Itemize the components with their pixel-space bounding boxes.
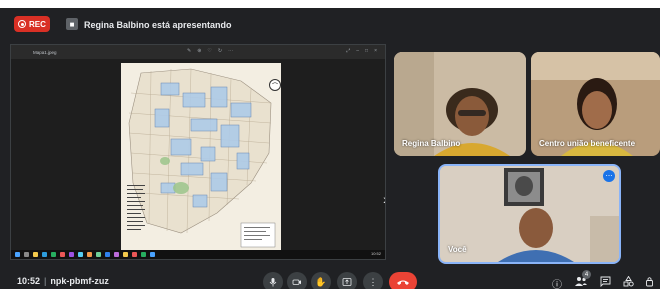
microphone-button[interactable]	[263, 272, 283, 289]
compass-icon: ⌒	[269, 79, 281, 91]
hang-up-icon	[397, 280, 409, 285]
taskbar-app-icon	[150, 252, 155, 257]
chat-glyph	[600, 276, 611, 288]
record-icon	[18, 20, 26, 28]
taskbar-search-icon	[24, 252, 29, 257]
rec-label: REC	[29, 19, 46, 29]
recording-badge[interactable]: REC	[14, 16, 50, 32]
meeting-code: npk-pbmf-zuz	[50, 276, 109, 286]
taskbar-app-icon	[69, 252, 74, 257]
bottom-control-bar: 10:52 | npk-pbmf-zuz ✋ ⋮ ⓘ 4	[0, 264, 660, 289]
taskbar-app-icon	[96, 252, 101, 257]
people-count-badge: 4	[582, 270, 591, 279]
raise-hand-button[interactable]: ✋	[311, 272, 331, 289]
meeting-info: 10:52 | npk-pbmf-zuz	[17, 276, 109, 286]
lock-person-glyph	[646, 277, 653, 287]
participant-tile-centro[interactable]: Centro união beneficente	[531, 52, 660, 156]
zoom-icon: ⊕	[197, 48, 202, 54]
meet-window: REC ■ Regina Balbino está apresentando M…	[0, 8, 660, 289]
taskbar-app-icon	[114, 252, 119, 257]
windows-start-icon	[15, 252, 20, 257]
taskbar-app-icon	[141, 252, 146, 257]
more-vert-icon: ⋮	[368, 276, 378, 287]
viewer-window-controls: ⤢ – □ ×	[346, 48, 377, 54]
next-image-arrow[interactable]: ›	[383, 191, 385, 207]
viewer-tools: ✎ ⊕ ♡ ↻ ⋯	[187, 48, 233, 54]
maximize-icon: □	[365, 48, 369, 54]
top-bar: REC ■ Regina Balbino está apresentando	[0, 8, 660, 38]
current-time: 10:52	[17, 276, 41, 286]
heart-icon: ♡	[207, 48, 212, 54]
taskbar-app-icon	[60, 252, 65, 257]
close-icon: ×	[374, 48, 377, 54]
participant-name: Você	[448, 245, 467, 254]
present-button[interactable]	[337, 272, 357, 289]
microphone-icon	[269, 278, 277, 287]
shapes-glyph	[623, 275, 634, 287]
image-viewer-toolbar: Mapa1.jpeg ✎ ⊕ ♡ ↻ ⋯ ⤢ – □ ×	[11, 45, 385, 59]
taskbar-app-icon	[87, 252, 92, 257]
minimize-icon: –	[356, 48, 360, 54]
shared-screen[interactable]: Mapa1.jpeg ✎ ⊕ ♡ ↻ ⋯ ⤢ – □ × ⌒ 10:52	[10, 44, 386, 260]
activities-icon[interactable]	[623, 275, 634, 289]
separator: |	[44, 276, 47, 286]
participant-tile-regina[interactable]: Regina Balbino	[394, 52, 526, 156]
taskbar-app-icon	[105, 252, 110, 257]
taskbar-app-icon	[51, 252, 56, 257]
info-icon[interactable]: ⓘ	[552, 276, 562, 289]
more-options-button[interactable]: ⋯	[603, 170, 615, 182]
chat-icon[interactable]	[600, 276, 611, 289]
presentation-icon: ■	[66, 18, 78, 30]
participant-tile-self[interactable]: ⋯ Você	[438, 164, 621, 264]
participant-name: Centro união beneficente	[539, 139, 636, 148]
taskbar-clock: 10:52	[370, 251, 381, 256]
presenter-status: Regina Balbino está apresentando	[84, 20, 232, 30]
rotate-icon: ↻	[217, 48, 223, 54]
camera-button[interactable]	[287, 272, 307, 289]
expand-icon: ⤢	[346, 48, 351, 54]
taskbar-folder-icon	[33, 252, 38, 257]
present-screen-icon	[342, 278, 352, 286]
city-map-image	[121, 63, 281, 253]
windows-taskbar: 10:52	[11, 250, 385, 259]
taskbar-edge-icon	[42, 252, 47, 257]
more-icon: ⋯	[228, 48, 234, 54]
map-drawing	[121, 63, 281, 253]
viewer-file-title: Mapa1.jpeg	[33, 49, 57, 55]
participant-name: Regina Balbino	[402, 139, 461, 148]
taskbar-app-icon	[123, 252, 128, 257]
edit-icon: ✎	[187, 48, 192, 54]
hand-icon: ✋	[315, 276, 327, 287]
taskbar-app-icon	[132, 252, 137, 257]
leave-call-button[interactable]	[389, 272, 417, 289]
host-controls-icon[interactable]	[645, 276, 656, 289]
taskbar-app-icon	[78, 252, 83, 257]
more-options-button[interactable]: ⋮	[363, 272, 383, 289]
camera-icon	[292, 279, 301, 285]
